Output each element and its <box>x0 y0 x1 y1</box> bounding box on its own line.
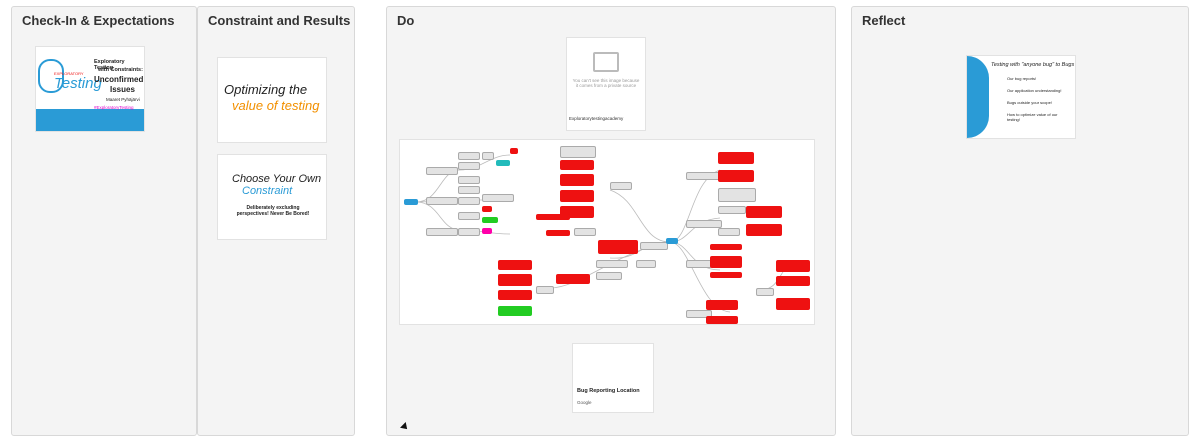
mindmap-node <box>510 148 518 154</box>
mindmap-node <box>776 298 810 310</box>
column-checkin: Check-In & Expectations EXPLORATORY Test… <box>11 6 197 436</box>
mindmap-node <box>686 172 722 180</box>
mindmap-node <box>560 190 594 202</box>
reflect-slide-card[interactable]: Testing with "anyone bug" to Bugs Our bu… <box>967 56 1075 138</box>
mindmap-node <box>574 228 596 236</box>
mindmap-node <box>536 214 570 220</box>
mindmap-node <box>498 260 532 270</box>
mindmap-node <box>610 182 632 190</box>
mindmap-node <box>482 206 492 212</box>
mindmap-node <box>718 206 746 214</box>
broken-image-card[interactable]: You can't see this image because it come… <box>567 38 645 130</box>
slide-line: Constraint <box>242 185 293 197</box>
mindmap-node <box>498 290 532 300</box>
column-reflect: Reflect Testing with "anyone bug" to Bug… <box>851 6 1189 436</box>
card-source: Google <box>577 400 592 405</box>
mindmap-node <box>666 238 678 244</box>
mindmap-node <box>596 272 622 280</box>
mindmap-node <box>426 197 458 205</box>
mindmap-node <box>458 212 480 220</box>
mindmap-node <box>776 276 810 286</box>
slide-item: How to optimize value of our testing! <box>1007 112 1058 122</box>
column-title: Constraint and Results <box>208 13 351 28</box>
mindmap-node <box>482 152 494 160</box>
mindmap-node <box>706 316 738 324</box>
mindmap-node <box>706 300 738 310</box>
mindmap-node <box>556 274 590 284</box>
slide-item: Our bug reports! <box>1007 76 1037 81</box>
slide-author: Maaret Pyhäjärvi <box>106 97 140 102</box>
mindmap-node <box>458 176 480 184</box>
constraint-slide-card[interactable]: Optimizing the value of testing <box>218 58 326 142</box>
mindmap-image[interactable] <box>400 140 814 324</box>
broken-image-icon <box>593 52 619 72</box>
slide-title: Testing with "anyone bug" to Bugs <box>991 62 1075 68</box>
slide-line: Unconfirmed <box>94 75 144 84</box>
slide-line: Issues <box>110 85 135 94</box>
mindmap-node <box>718 188 756 202</box>
mindmap-node <box>536 286 554 294</box>
mindmap-node <box>596 260 628 268</box>
mindmap-node <box>560 146 596 158</box>
mindmap-node <box>598 240 638 254</box>
mindmap-node <box>482 228 492 234</box>
bug-location-card[interactable]: Bug Reporting Location Google <box>573 344 653 412</box>
mindmap-node <box>776 260 810 272</box>
mindmap-node <box>458 152 480 160</box>
mindmap-node <box>498 274 532 286</box>
image-source: Exploratorytestingacademy <box>569 116 624 121</box>
column-title: Do <box>397 13 415 28</box>
mindmap-node <box>746 224 782 236</box>
slide-subtitle: Deliberately excluding perspectives! Nev… <box>236 205 310 217</box>
mindmap-node <box>560 174 594 186</box>
mindmap-node <box>718 228 740 236</box>
mindmap-node <box>426 228 458 236</box>
column-constraint: Constraint and Results Optimizing the va… <box>197 6 355 436</box>
mindmap-node <box>686 260 712 268</box>
broken-image-message: You can't see this image because it come… <box>572 78 640 88</box>
mindmap-node <box>482 194 514 202</box>
mindmap-node <box>718 170 754 182</box>
mindmap-node <box>458 162 480 170</box>
slide-line: with Constraints: <box>98 67 143 73</box>
mindmap-node <box>458 228 480 236</box>
mindmap-node <box>710 256 742 268</box>
mindmap-node <box>636 260 656 268</box>
column-do: Do You can't see this image because it c… <box>386 6 836 436</box>
slide-handle: #ExploratoryTesting <box>94 105 134 110</box>
mindmap-node <box>686 220 722 228</box>
mindmap-node <box>458 186 480 194</box>
mindmap-node <box>746 206 782 218</box>
mindmap-node <box>496 160 510 166</box>
mindmap-node <box>404 199 418 205</box>
mindmap-node <box>426 167 458 175</box>
checkin-slide-card[interactable]: EXPLORATORY Testing Exploratory Testing … <box>36 47 144 131</box>
slide-line: Optimizing the <box>224 82 308 97</box>
mindmap-node <box>560 160 594 170</box>
column-title: Check-In & Expectations <box>22 13 175 28</box>
mindmap-node <box>718 152 754 164</box>
mindmap-node <box>710 272 742 278</box>
mindmap-node <box>498 306 532 316</box>
slide-item: Our application understanding! <box>1007 88 1062 93</box>
mindmap-node <box>458 197 480 205</box>
slide-line: value of testing <box>232 98 320 113</box>
constraint-slide-card[interactable]: Choose Your Own Constraint Deliberately … <box>218 155 326 239</box>
mindmap-node <box>546 230 570 236</box>
slide-line: Choose Your Own <box>232 173 322 185</box>
column-title: Reflect <box>862 13 906 28</box>
mindmap-node <box>710 244 742 250</box>
card-title: Bug Reporting Location <box>577 388 640 394</box>
mindmap-node <box>756 288 774 296</box>
mindmap-node <box>482 217 498 223</box>
slide-item: Bugs outside your scope! <box>1007 100 1052 105</box>
mindmap-node <box>640 242 668 250</box>
